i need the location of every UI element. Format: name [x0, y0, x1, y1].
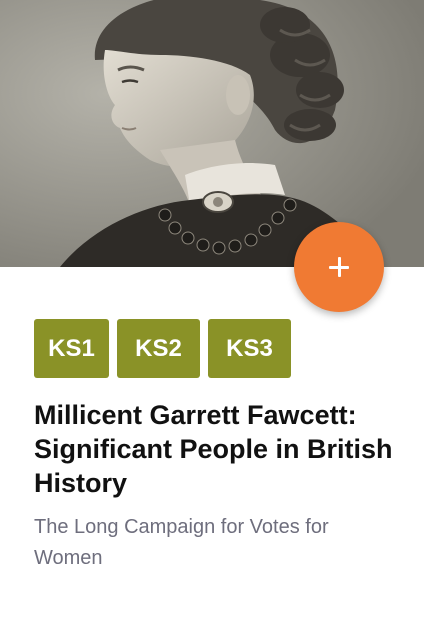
resource-card[interactable]: KS1 KS2 KS3 Millicent Garrett Fawcett: S… [0, 0, 424, 635]
card-title[interactable]: Millicent Garrett Fawcett: Significant P… [34, 398, 394, 500]
tag-ks2[interactable]: KS2 [117, 319, 200, 378]
add-button[interactable] [294, 222, 384, 312]
tag-ks1[interactable]: KS1 [34, 319, 109, 378]
plus-icon [329, 257, 349, 277]
key-stage-tags: KS1 KS2 KS3 [34, 319, 291, 378]
card-subtitle: The Long Campaign for Votes for Women [34, 516, 329, 569]
tag-ks3[interactable]: KS3 [208, 319, 291, 378]
